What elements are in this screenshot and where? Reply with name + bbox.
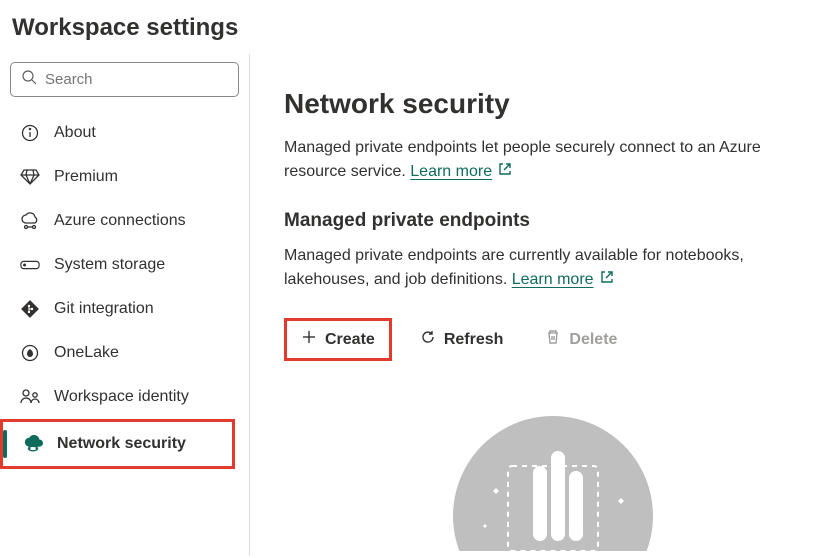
external-link-icon	[498, 160, 512, 184]
sidebar-item-label: Network security	[57, 435, 186, 453]
toolbar: Create Refresh	[284, 318, 821, 361]
sidebar-item-premium[interactable]: Premium	[0, 155, 249, 199]
main-content: Network security Managed private endpoin…	[250, 54, 821, 556]
delete-button: Delete	[531, 321, 631, 358]
search-input[interactable]	[45, 71, 228, 88]
section-paragraph: Managed private endpoints are currently …	[284, 244, 821, 292]
learn-more-label: Learn more	[410, 160, 492, 184]
diamond-icon	[20, 167, 40, 187]
page-title: Workspace settings	[0, 0, 821, 54]
refresh-label: Refresh	[444, 331, 504, 349]
sidebar-item-system-storage[interactable]: System storage	[0, 243, 249, 287]
empty-state-illustration	[284, 411, 821, 551]
create-button[interactable]: Create	[284, 318, 392, 361]
learn-more-link[interactable]: Learn more	[410, 160, 512, 184]
identity-icon	[20, 387, 40, 407]
sidebar-item-label: Premium	[54, 168, 118, 186]
plus-icon	[301, 329, 317, 350]
sidebar-item-onelake[interactable]: OneLake	[0, 331, 249, 375]
main-heading: Network security	[284, 88, 821, 120]
search-icon	[21, 69, 37, 90]
sidebar-item-label: OneLake	[54, 344, 119, 362]
refresh-icon	[420, 329, 436, 350]
learn-more-label: Learn more	[512, 268, 594, 292]
intro-paragraph: Managed private endpoints let people sec…	[284, 136, 821, 184]
learn-more-link-2[interactable]: Learn more	[512, 268, 614, 292]
sidebar-item-label: System storage	[54, 256, 165, 274]
onelake-icon	[20, 343, 40, 363]
info-icon	[20, 123, 40, 143]
sidebar-item-azure-connections[interactable]: Azure connections	[0, 199, 249, 243]
intro-text: Managed private endpoints let people sec…	[284, 139, 761, 180]
refresh-button[interactable]: Refresh	[406, 321, 518, 358]
create-label: Create	[325, 331, 375, 349]
nav-list: About Premium	[0, 111, 249, 469]
storage-icon	[20, 255, 40, 275]
sidebar-item-network-security[interactable]: Network security	[0, 419, 235, 469]
sidebar-item-label: About	[54, 124, 96, 142]
sidebar-item-workspace-identity[interactable]: Workspace identity	[0, 375, 249, 419]
network-security-icon	[23, 434, 43, 454]
sidebar-item-git-integration[interactable]: Git integration	[0, 287, 249, 331]
sidebar-item-label: Workspace identity	[54, 388, 189, 406]
sidebar-item-about[interactable]: About	[0, 111, 249, 155]
delete-label: Delete	[569, 331, 617, 349]
trash-icon	[545, 329, 561, 350]
search-box[interactable]	[10, 62, 239, 97]
cloud-link-icon	[20, 211, 40, 231]
git-icon	[20, 299, 40, 319]
section-heading: Managed private endpoints	[284, 210, 821, 232]
sidebar: About Premium	[0, 54, 250, 556]
sidebar-item-label: Azure connections	[54, 212, 186, 230]
sidebar-item-label: Git integration	[54, 300, 154, 318]
external-link-icon	[600, 268, 614, 292]
